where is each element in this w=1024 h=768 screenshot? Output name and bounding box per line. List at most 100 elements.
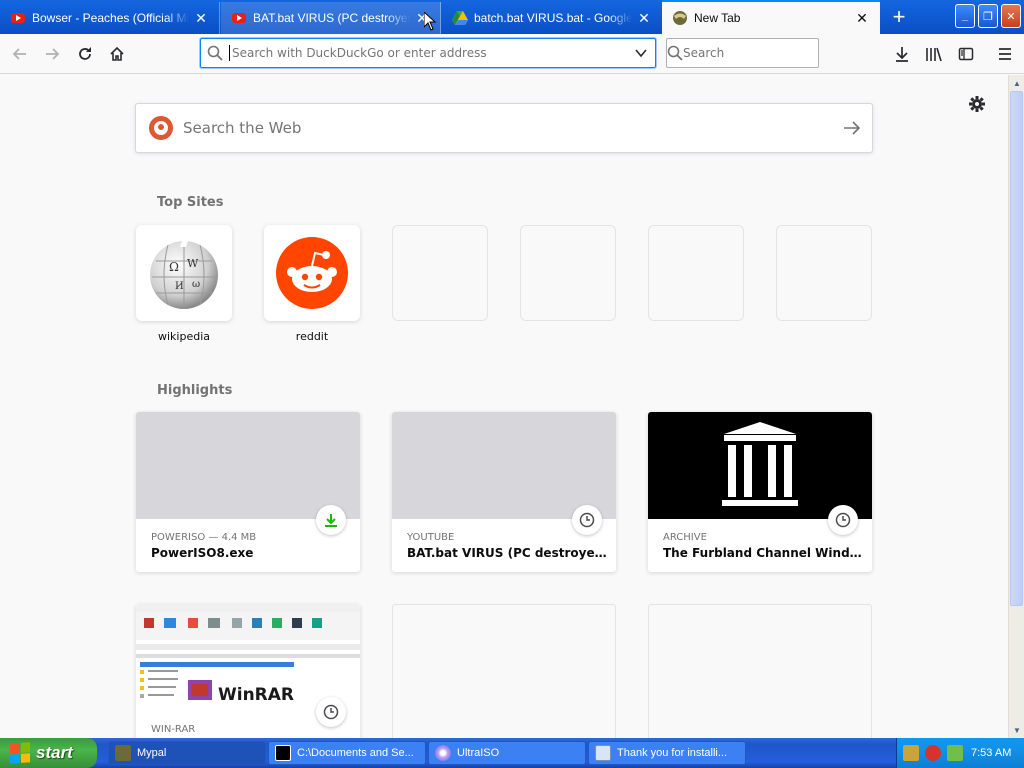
new-tab-button[interactable]: + bbox=[884, 4, 914, 30]
top-site-empty-slot[interactable] bbox=[776, 225, 872, 321]
reddit-alien-icon bbox=[276, 237, 348, 309]
youtube-icon bbox=[231, 10, 247, 26]
youtube-icon bbox=[10, 10, 26, 26]
scroll-up-arrow-icon[interactable]: ▲ bbox=[1009, 75, 1024, 91]
internet-archive-logo-icon bbox=[722, 422, 798, 506]
close-tab-icon[interactable]: ✕ bbox=[191, 8, 211, 28]
clock-icon bbox=[828, 505, 858, 535]
security-shield-icon[interactable] bbox=[925, 745, 941, 761]
tab-title: New Tab bbox=[694, 11, 741, 25]
scroll-down-arrow-icon[interactable]: ▼ bbox=[1009, 722, 1024, 738]
clock-icon bbox=[316, 697, 346, 727]
svg-text:И: И bbox=[175, 281, 184, 292]
windows-flag-icon bbox=[10, 742, 30, 764]
search-bar[interactable] bbox=[666, 38, 833, 68]
highlights-heading: Highlights bbox=[157, 383, 233, 398]
top-site-wikipedia[interactable]: Ω W И ω bbox=[136, 225, 232, 321]
highlight-card-poweriso[interactable]: POWERISO — 4.4 MB PowerISO8.exe bbox=[136, 412, 360, 572]
address-input[interactable] bbox=[232, 39, 627, 67]
card-context: POWERISO — 4.4 MB bbox=[151, 532, 257, 543]
taskbar-item-installer[interactable]: Thank you for installi... bbox=[588, 741, 746, 765]
duckduckgo-logo-icon bbox=[149, 116, 173, 140]
winrar-logo-text: WinRAR bbox=[218, 685, 294, 705]
restore-button[interactable]: ❐ bbox=[978, 4, 998, 28]
card-context: WIN-RAR bbox=[151, 724, 196, 735]
reload-button[interactable] bbox=[73, 42, 97, 66]
card-context: YOUTUBE bbox=[407, 532, 455, 543]
taskbar-item-label: Mypal bbox=[137, 747, 167, 759]
taskbar-item-7zip[interactable]: C:\Documents and Se... bbox=[268, 741, 426, 765]
windows-taskbar: start Mypal C:\Documents and Se... Ultra… bbox=[0, 738, 1024, 768]
taskbar-item-label: C:\Documents and Se... bbox=[297, 747, 414, 759]
arrow-right-icon[interactable] bbox=[832, 108, 872, 148]
sidebar-icon bbox=[958, 47, 974, 61]
back-arrow-icon bbox=[12, 48, 26, 60]
card-context: ARCHIVE bbox=[663, 532, 707, 543]
search-icon bbox=[201, 45, 229, 61]
highlight-card-archive[interactable]: ARCHIVE The Furbland Channel Windows… bbox=[648, 412, 872, 572]
tab-new-tab[interactable]: New Tab ✕ bbox=[662, 0, 880, 34]
start-label: start bbox=[36, 743, 73, 762]
installer-icon bbox=[595, 745, 611, 761]
text-caret bbox=[229, 45, 230, 61]
web-search-box[interactable] bbox=[135, 103, 873, 153]
close-tab-icon[interactable]: ✕ bbox=[634, 8, 654, 28]
card-preview: WinRAR bbox=[136, 604, 360, 711]
safely-remove-hardware-icon[interactable] bbox=[947, 745, 963, 761]
clock-icon bbox=[572, 505, 602, 535]
chevron-down-icon[interactable] bbox=[627, 46, 655, 60]
close-window-button[interactable]: ✕ bbox=[1001, 4, 1021, 28]
forward-arrow-icon bbox=[46, 48, 60, 60]
library-button[interactable] bbox=[922, 42, 946, 66]
vertical-scrollbar[interactable]: ▲ ▼ bbox=[1008, 75, 1024, 738]
mypal-icon bbox=[115, 745, 131, 761]
network-tray-icon[interactable] bbox=[903, 745, 919, 761]
card-title: PowerISO8.exe bbox=[151, 546, 254, 560]
tab-title: Bowser - Peaches (Official Music V bbox=[32, 11, 189, 25]
forward-button[interactable] bbox=[40, 42, 64, 66]
close-tab-icon[interactable]: ✕ bbox=[852, 8, 872, 28]
tab-google-drive[interactable]: batch.bat VIRUS.bat - Google Dr ✕ bbox=[442, 2, 662, 34]
search-icon bbox=[667, 45, 683, 61]
mouse-cursor-icon bbox=[424, 12, 436, 31]
tab-bat-virus[interactable]: BAT.bat VIRUS (PC destroyer) +D ✕ bbox=[221, 2, 441, 34]
downloads-button[interactable] bbox=[890, 42, 914, 66]
card-title: The Furbland Channel Windows… bbox=[663, 546, 863, 560]
highlight-card-winrar[interactable]: WinRAR WIN-RAR bbox=[136, 604, 360, 738]
card-title: BAT.bat VIRUS (PC destroyer) +D… bbox=[407, 546, 607, 560]
top-site-empty-slot[interactable] bbox=[648, 225, 744, 321]
download-icon bbox=[316, 505, 346, 535]
search-input[interactable] bbox=[683, 46, 833, 60]
svg-text:ω: ω bbox=[192, 279, 200, 290]
card-preview bbox=[136, 412, 360, 519]
gear-icon[interactable] bbox=[966, 93, 988, 115]
top-site-label: reddit bbox=[295, 330, 329, 343]
reload-icon bbox=[79, 47, 91, 60]
top-site-empty-slot[interactable] bbox=[520, 225, 616, 321]
new-tab-page: Top Sites Ω W И ω wikipedia redd bbox=[0, 75, 1008, 738]
taskbar-item-mypal[interactable]: Mypal bbox=[108, 741, 266, 765]
svg-text:W: W bbox=[187, 257, 199, 270]
top-sites-heading: Top Sites bbox=[157, 195, 224, 210]
address-bar[interactable] bbox=[200, 38, 656, 68]
start-button[interactable]: start bbox=[0, 738, 97, 768]
svg-text:Ω: Ω bbox=[169, 260, 179, 274]
clock[interactable]: 7:53 AM bbox=[971, 747, 1011, 759]
system-tray: 7:53 AM bbox=[896, 738, 1024, 768]
back-button[interactable] bbox=[8, 42, 32, 66]
tab-bowser-peaches[interactable]: Bowser - Peaches (Official Music V ✕ bbox=[0, 2, 220, 34]
web-search-input[interactable] bbox=[183, 119, 832, 137]
top-site-reddit[interactable] bbox=[264, 225, 360, 321]
home-button[interactable] bbox=[105, 42, 129, 66]
minimize-button[interactable]: _ bbox=[955, 4, 975, 28]
sidebar-button[interactable] bbox=[954, 42, 978, 66]
scrollbar-thumb[interactable] bbox=[1010, 91, 1023, 606]
ultraiso-disc-icon bbox=[435, 745, 451, 761]
highlight-card-youtube[interactable]: YOUTUBE BAT.bat VIRUS (PC destroyer) +D… bbox=[392, 412, 616, 572]
top-site-label: wikipedia bbox=[157, 330, 210, 343]
menu-button[interactable] bbox=[993, 42, 1017, 66]
7zip-icon bbox=[275, 745, 291, 761]
card-preview bbox=[392, 412, 616, 519]
top-site-empty-slot[interactable] bbox=[392, 225, 488, 321]
taskbar-item-ultraiso[interactable]: UltraISO bbox=[428, 741, 586, 765]
